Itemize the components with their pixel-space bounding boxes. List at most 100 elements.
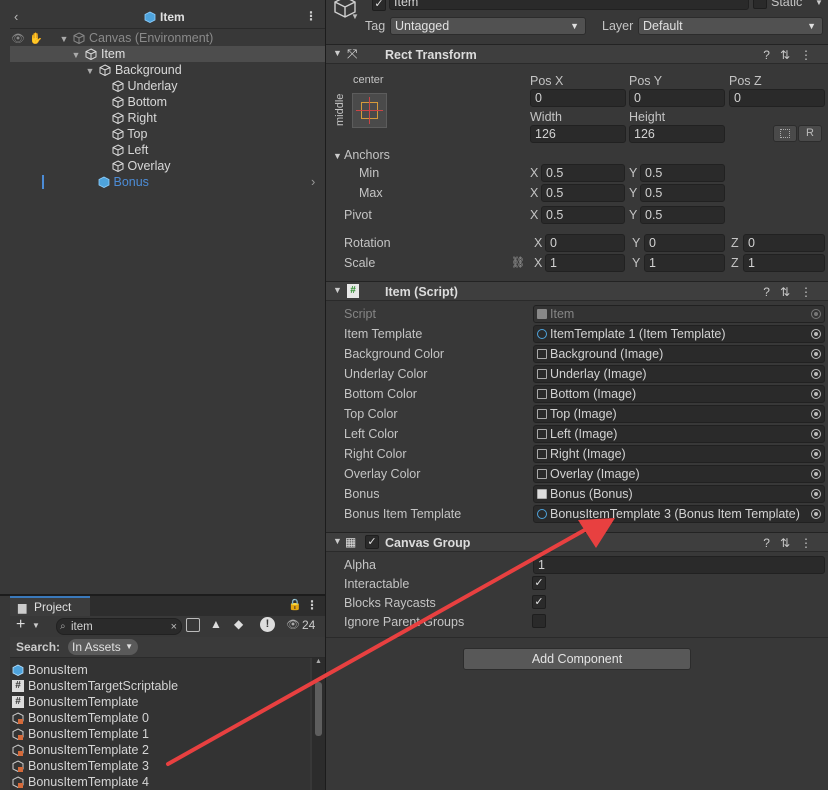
bonus-item-template-field[interactable]: BonusItemTemplate 3 (Bonus Item Template… xyxy=(533,505,825,523)
panel-divider[interactable] xyxy=(325,0,326,790)
component-enabled-checkbox[interactable]: ✓ xyxy=(365,535,379,549)
blocks-raycasts-checkbox[interactable]: ✓ xyxy=(532,595,546,609)
panel-divider[interactable] xyxy=(0,594,325,596)
tab-project[interactable]: ▆ Project xyxy=(10,596,90,616)
hierarchy-row-bottom[interactable]: Bottom xyxy=(112,94,167,110)
item-template-field[interactable]: ItemTemplate 1 (Item Template) xyxy=(533,325,825,343)
right-color-field[interactable]: Right (Image) xyxy=(533,445,825,463)
width-field[interactable]: 126 xyxy=(530,125,626,143)
list-item[interactable]: BonusItem xyxy=(12,662,88,678)
anchor-min-y-field[interactable]: 0.5 xyxy=(640,164,725,182)
background-color-field[interactable]: Background (Image) xyxy=(533,345,825,363)
anchor-max-x-field[interactable]: 0.5 xyxy=(541,184,625,202)
object-picker-icon[interactable] xyxy=(811,389,821,399)
scrollbar[interactable]: ▲ xyxy=(312,658,325,790)
object-picker-icon[interactable] xyxy=(811,349,821,359)
search-input[interactable]: ⌕ item × xyxy=(56,618,182,635)
component-header-icons[interactable]: ?⇅⋮ xyxy=(763,536,822,550)
anchor-preset-button[interactable] xyxy=(352,93,387,128)
object-picker-icon[interactable] xyxy=(811,369,821,379)
list-item[interactable]: BonusItemTemplate 1 xyxy=(12,726,149,742)
visibility-eye-icon[interactable]: 👁 xyxy=(11,32,25,45)
object-picker-icon[interactable] xyxy=(811,409,821,419)
back-icon[interactable]: ‹ xyxy=(14,9,18,24)
hierarchy-row-top[interactable]: Top xyxy=(112,126,147,142)
hierarchy-row-left[interactable]: Left xyxy=(112,142,148,158)
expand-arrow-icon[interactable]: ▼ xyxy=(58,31,70,47)
constrain-proportions-link-icon[interactable]: ⛓ xyxy=(511,256,525,269)
item-script-header[interactable]: ▼ # Item (Script) ?⇅⋮ xyxy=(325,281,828,301)
list-item[interactable]: BonusItemTemplate 4 xyxy=(12,774,149,790)
chevron-down-icon[interactable]: ▼ xyxy=(32,621,40,630)
underlay-color-field[interactable]: Underlay (Image) xyxy=(533,365,825,383)
object-picker-icon[interactable] xyxy=(811,489,821,499)
posz-field[interactable]: 0 xyxy=(729,89,825,107)
more-menu-icon[interactable]: ⋮ xyxy=(306,598,318,612)
posy-field[interactable]: 0 xyxy=(629,89,725,107)
search-by-type-icon[interactable] xyxy=(186,618,200,632)
hierarchy-row-overlay[interactable]: Overlay xyxy=(112,158,171,174)
top-color-field[interactable]: Top (Image) xyxy=(533,405,825,423)
scale-x-field[interactable]: 1 xyxy=(545,254,625,272)
raw-edit-button[interactable]: R xyxy=(798,125,822,142)
add-component-button[interactable]: Add Component xyxy=(463,648,691,670)
clear-search-icon[interactable]: × xyxy=(171,619,177,634)
search-by-label-icon[interactable]: ▲ xyxy=(210,617,222,631)
list-item[interactable]: BonusItemTemplate 0 xyxy=(12,710,149,726)
list-item[interactable]: BonusItemTemplate 3 xyxy=(12,758,149,774)
anchor-min-x-field[interactable]: 0.5 xyxy=(541,164,625,182)
canvas-group-header[interactable]: ▼ ▦ ✓ Canvas Group ?⇅⋮ xyxy=(325,532,828,552)
chevron-down-icon[interactable]: ▼ xyxy=(351,12,359,21)
hierarchy-row-right[interactable]: Right xyxy=(112,110,157,126)
ignore-parent-groups-checkbox[interactable] xyxy=(532,614,546,628)
expand-arrow-icon[interactable]: ▼ xyxy=(70,47,82,63)
hidden-eye-icon[interactable]: 👁 xyxy=(286,618,300,631)
alpha-field[interactable]: 1 xyxy=(533,556,825,574)
more-menu-icon[interactable]: ⋮ xyxy=(305,9,317,23)
scale-y-field[interactable]: 1 xyxy=(644,254,725,272)
open-prefab-arrow-icon[interactable]: › xyxy=(311,174,315,189)
overlay-color-field[interactable]: Overlay (Image) xyxy=(533,465,825,483)
pivot-x-field[interactable]: 0.5 xyxy=(541,206,625,224)
create-plus-button[interactable]: + xyxy=(16,616,25,634)
rect-transform-header[interactable]: ▼ ⤧ Rect Transform ?⇅⋮ xyxy=(325,44,828,64)
object-picker-icon[interactable] xyxy=(811,469,821,479)
hierarchy-row-underlay[interactable]: Underlay xyxy=(112,78,178,94)
expand-arrow-icon[interactable]: ▼ xyxy=(84,63,96,79)
pickable-hand-icon[interactable]: ✋ xyxy=(29,32,43,45)
tag-icon[interactable]: ◆ xyxy=(234,617,243,631)
hierarchy-row-background[interactable]: ▼ Background xyxy=(84,62,182,78)
layer-dropdown[interactable]: Default ▼ xyxy=(638,17,823,35)
interactable-checkbox[interactable]: ✓ xyxy=(532,576,546,590)
object-picker-icon[interactable] xyxy=(811,509,821,519)
component-header-icons[interactable]: ?⇅⋮ xyxy=(763,48,822,62)
expand-arrow-icon[interactable]: ▼ xyxy=(333,48,342,58)
bottom-color-field[interactable]: Bottom (Image) xyxy=(533,385,825,403)
hierarchy-row-item[interactable]: ▼ Item xyxy=(70,46,126,63)
component-header-icons[interactable]: ?⇅⋮ xyxy=(763,285,822,299)
rotation-y-field[interactable]: 0 xyxy=(644,234,725,252)
object-name-field[interactable]: Item xyxy=(389,0,749,10)
expand-arrow-icon[interactable]: ▼ xyxy=(333,285,342,295)
active-checkbox[interactable]: ✓ xyxy=(372,0,386,11)
rotation-x-field[interactable]: 0 xyxy=(545,234,625,252)
height-field[interactable]: 126 xyxy=(629,125,725,143)
object-picker-icon[interactable] xyxy=(811,429,821,439)
expand-arrow-icon[interactable]: ▼ xyxy=(333,151,342,161)
blueprint-mode-button[interactable] xyxy=(773,125,797,142)
scale-z-field[interactable]: 1 xyxy=(743,254,825,272)
lock-icon[interactable]: 🔒 xyxy=(288,598,302,611)
object-picker-icon[interactable] xyxy=(811,329,821,339)
rotation-z-field[interactable]: 0 xyxy=(743,234,825,252)
list-item[interactable]: # BonusItemTargetScriptable xyxy=(12,678,178,694)
tag-dropdown[interactable]: Untagged ▼ xyxy=(390,17,586,35)
expand-arrow-icon[interactable]: ▼ xyxy=(333,536,342,546)
posx-field[interactable]: 0 xyxy=(530,89,626,107)
static-checkbox[interactable] xyxy=(753,0,767,9)
list-item[interactable]: # BonusItemTemplate xyxy=(12,694,138,710)
hierarchy-row-canvas[interactable]: ▼ Canvas (Environment) xyxy=(58,30,214,47)
list-item[interactable]: BonusItemTemplate 2 xyxy=(12,742,149,758)
chevron-down-icon[interactable]: ▼ xyxy=(815,0,823,7)
scrollbar-thumb[interactable] xyxy=(315,682,322,736)
anchor-max-y-field[interactable]: 0.5 xyxy=(640,184,725,202)
